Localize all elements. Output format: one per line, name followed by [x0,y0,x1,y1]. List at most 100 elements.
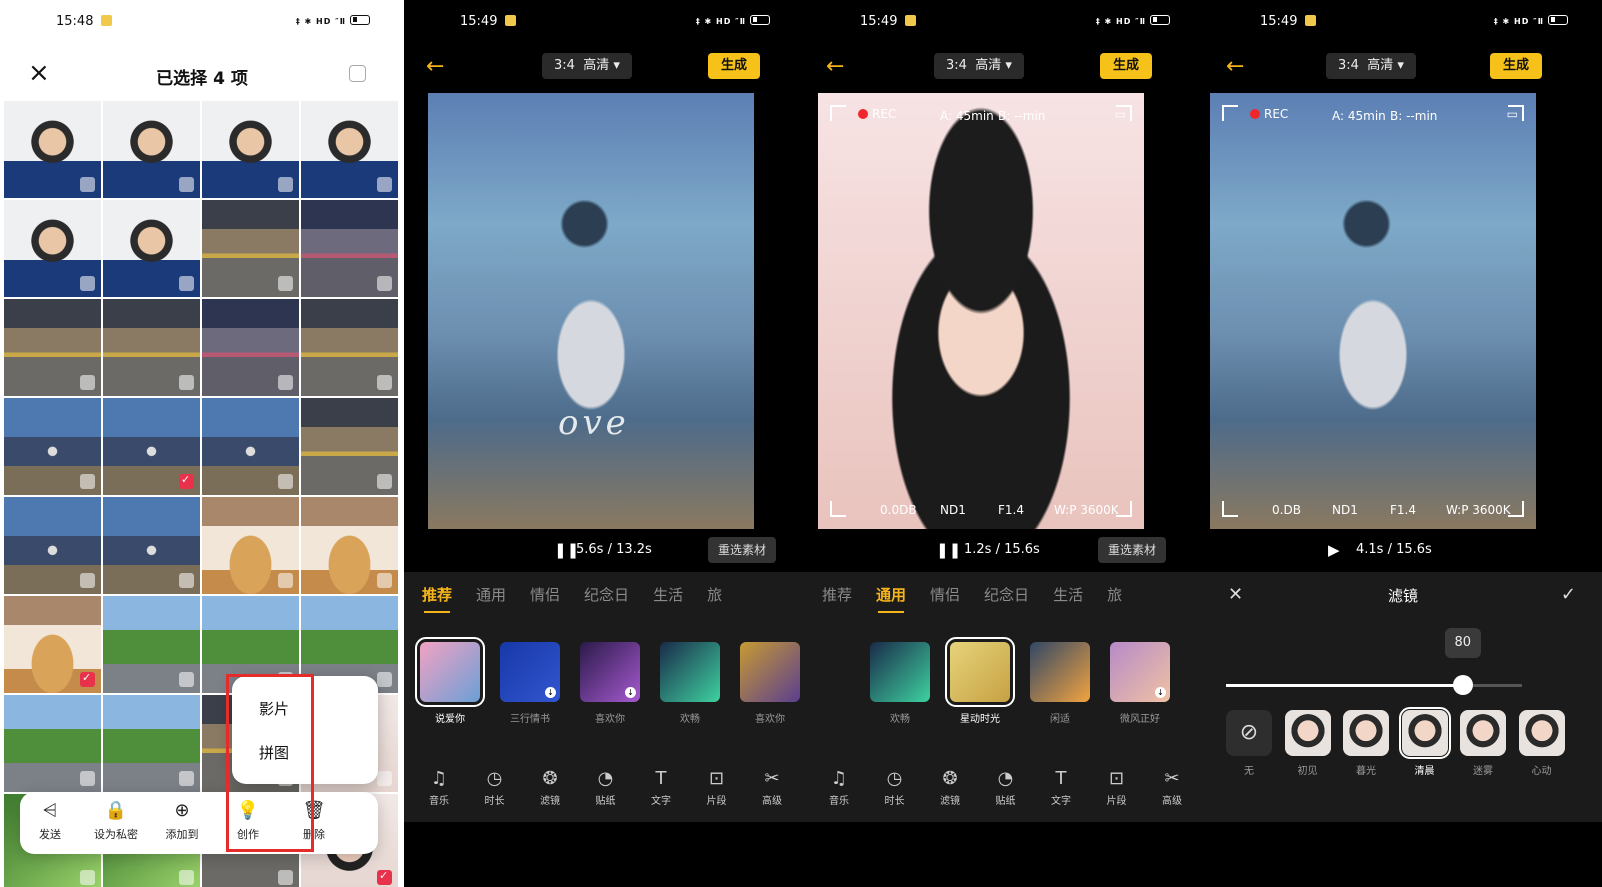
generate-button[interactable]: 生成 [708,53,760,79]
tool-filter[interactable]: ❂ 滤镜 [923,768,977,807]
photo-thumbnail[interactable] [103,497,200,594]
photo-thumbnail[interactable] [4,299,101,396]
template-item[interactable]: 喜欢你 [740,642,800,725]
photo-checkbox[interactable] [80,573,95,588]
photo-checkbox[interactable] [278,375,293,390]
photo-checkbox[interactable] [179,573,194,588]
photo-checkbox[interactable] [278,870,293,885]
video-preview[interactable]: REC A: 45min B: --min ▭ 0.DB ND1 F1.4 W:… [1210,93,1536,529]
tool-clip[interactable]: ⊡ 片段 [690,768,744,807]
back-arrow-icon[interactable]: ← [426,54,444,79]
tool-text[interactable]: T 文字 [1034,768,1088,807]
photo-checkbox[interactable] [377,869,392,885]
photo-checkbox[interactable] [80,375,95,390]
photo-checkbox[interactable] [179,672,194,687]
tab-category[interactable]: 推荐 [422,584,452,613]
photo-checkbox[interactable] [377,276,392,291]
back-arrow-icon[interactable]: ← [826,54,844,79]
photo-thumbnail[interactable] [202,398,299,495]
photo-thumbnail[interactable] [202,497,299,594]
intensity-slider[interactable] [1226,675,1522,695]
template-item[interactable]: 闲适 [1030,642,1090,725]
photo-checkbox[interactable] [80,671,95,687]
photo-checkbox[interactable] [377,375,392,390]
photo-thumbnail[interactable] [301,497,398,594]
tab-category[interactable]: 纪念日 [984,584,1029,605]
filter-item[interactable]: 清晨 [1398,707,1451,777]
slider-knob[interactable] [1452,675,1473,695]
tool-clip[interactable]: ⊡ 片段 [1090,768,1144,807]
resolution-dropdown[interactable]: 3:4 高清 ▾ [1326,53,1416,79]
tab-category[interactable]: 生活 [653,584,683,605]
tab-category[interactable]: 通用 [476,584,506,605]
photo-checkbox[interactable] [179,375,194,390]
tool-clock[interactable]: ◷ 时长 [468,768,522,807]
photo-checkbox[interactable] [278,177,293,192]
tool-text[interactable]: T 文字 [634,768,688,807]
photo-checkbox[interactable] [377,672,392,687]
filter-item[interactable]: 暮光 [1343,710,1389,777]
photo-thumbnail[interactable] [301,200,398,297]
select-all-checkbox[interactable] [349,65,366,82]
pause-icon[interactable]: ❚❚ [936,541,961,559]
photo-checkbox[interactable] [179,870,194,885]
photo-checkbox[interactable] [179,276,194,291]
photo-thumbnail[interactable] [301,299,398,396]
photo-thumbnail[interactable] [4,398,101,495]
photo-checkbox[interactable] [278,276,293,291]
photo-checkbox[interactable] [80,870,95,885]
tool-music[interactable]: ♫ 音乐 [412,768,466,807]
photo-checkbox[interactable] [377,573,392,588]
tab-category[interactable]: 情侣 [530,584,560,605]
tool-sticker[interactable]: ◔ 贴纸 [579,768,633,807]
tool-filter[interactable]: ❂ 滤镜 [523,768,577,807]
tab-category[interactable]: 生活 [1053,584,1083,605]
template-item[interactable]: ↓ 喜欢你 [580,642,640,725]
photo-thumbnail[interactable] [103,398,200,495]
photo-checkbox[interactable] [377,771,392,786]
tab-category[interactable]: 情侣 [930,584,960,605]
photo-checkbox[interactable] [179,473,194,489]
tool-clock[interactable]: ◷ 时长 [868,768,922,807]
template-item[interactable]: ↓ 微风正好 [1110,642,1170,725]
confirm-icon[interactable]: ✓ [1561,584,1576,605]
reselect-button[interactable]: 重选素材 [1097,537,1166,563]
photo-thumbnail[interactable] [4,596,101,693]
action-lock[interactable]: 🔒 设为私密 [86,800,146,842]
photo-checkbox[interactable] [377,474,392,489]
photo-checkbox[interactable] [278,474,293,489]
play-icon[interactable]: ▶ [1328,541,1340,559]
photo-thumbnail[interactable] [4,200,101,297]
template-item[interactable]: 星动时光 [945,637,1015,725]
tab-category[interactable]: 推荐 [822,584,852,605]
photo-thumbnail[interactable] [202,299,299,396]
tab-category[interactable]: 旅 [707,584,722,605]
photo-thumbnail[interactable] [301,101,398,198]
tab-category[interactable]: 纪念日 [584,584,629,605]
reselect-button[interactable]: 重选素材 [707,537,776,563]
photo-thumbnail[interactable] [4,101,101,198]
video-preview[interactable]: REC A: 45min B: --min ▭ 0.0DB ND1 F1.4 W… [818,93,1144,529]
photo-thumbnail[interactable] [301,398,398,495]
tool-music[interactable]: ♫ 音乐 [812,768,866,807]
photo-checkbox[interactable] [80,177,95,192]
photo-thumbnail[interactable] [4,497,101,594]
tool-scissors[interactable]: ✂ 高级 [1145,768,1199,807]
filter-item[interactable]: ⊘ 无 [1226,710,1272,777]
filter-item[interactable]: 心动 [1518,710,1565,777]
photo-thumbnail[interactable] [103,101,200,198]
photo-thumbnail[interactable] [4,695,101,792]
filter-item[interactable]: 迷雾 [1460,710,1506,777]
action-plus-circle[interactable]: ⊕ 添加到 [152,800,212,842]
photo-checkbox[interactable] [278,573,293,588]
photo-thumbnail[interactable] [103,200,200,297]
photo-checkbox[interactable] [179,177,194,192]
photo-checkbox[interactable] [179,771,194,786]
photo-thumbnail[interactable] [103,299,200,396]
generate-button[interactable]: 生成 [1490,53,1542,79]
template-item[interactable]: 说爱你 [415,637,485,725]
photo-checkbox[interactable] [80,474,95,489]
action-share[interactable]: ⩤ 发送 [20,800,80,842]
photo-checkbox[interactable] [80,771,95,786]
filter-item[interactable]: 初见 [1284,710,1331,777]
